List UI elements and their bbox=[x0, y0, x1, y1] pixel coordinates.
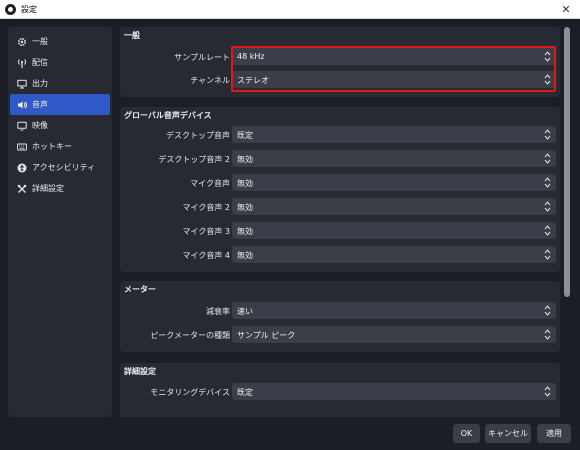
desktop-audio-row: デスクトップ音声 既定 bbox=[120, 126, 560, 143]
keyboard-icon bbox=[16, 141, 27, 152]
decay-rate-value: 速い bbox=[237, 307, 253, 316]
channels-row: チャンネル ステレオ bbox=[120, 71, 560, 88]
group-title: メーター bbox=[124, 285, 156, 294]
sidebar-item-hotkeys[interactable]: ホットキー bbox=[10, 136, 110, 157]
mic-audio-2-label: マイク音声 2 bbox=[182, 203, 230, 212]
sidebar-item-advanced[interactable]: 詳細設定 bbox=[10, 178, 110, 199]
sidebar-item-label: 映像 bbox=[32, 121, 48, 130]
desktop-audio-label: デスクトップ音声 bbox=[166, 131, 230, 140]
mic-audio-3-value: 無効 bbox=[237, 227, 253, 236]
general-group: 一般 サンプルレート 48 kHz チャンネル ステレオ bbox=[120, 27, 560, 97]
monitoring-device-value: 既定 bbox=[237, 388, 253, 397]
desktop-audio-select[interactable]: 既定 bbox=[232, 126, 556, 143]
global-audio-group: グローバル音声デバイス デスクトップ音声 既定 デスクトップ音声 2 無効 マイ… bbox=[120, 107, 560, 272]
vertical-scrollbar[interactable] bbox=[563, 27, 571, 417]
sidebar-item-video[interactable]: 映像 bbox=[10, 115, 110, 136]
advanced-group: 詳細設定 モニタリングデバイス 既定 bbox=[120, 363, 560, 417]
cancel-button[interactable]: キャンセル bbox=[485, 424, 531, 443]
dropdown-arrows-icon bbox=[544, 51, 551, 62]
mic-audio-row: マイク音声 無効 bbox=[120, 174, 560, 191]
mic-audio-value: 無効 bbox=[237, 179, 253, 188]
mic-audio-4-row: マイク音声 4 無効 bbox=[120, 246, 560, 263]
sample-rate-select[interactable]: 48 kHz bbox=[232, 48, 556, 65]
desktop-audio-2-select[interactable]: 無効 bbox=[232, 150, 556, 167]
close-button[interactable]: ✕ bbox=[556, 1, 576, 18]
channels-value: ステレオ bbox=[237, 76, 269, 85]
decay-rate-select[interactable]: 速い bbox=[232, 302, 556, 319]
monitoring-device-select[interactable]: 既定 bbox=[232, 383, 556, 400]
peak-meter-select[interactable]: サンプル ピーク bbox=[232, 326, 556, 343]
decay-rate-label: 減衰率 bbox=[206, 307, 230, 316]
title-bar: 設定 ✕ bbox=[0, 0, 580, 19]
mic-audio-4-select[interactable]: 無効 bbox=[232, 246, 556, 263]
settings-content: 一般 サンプルレート 48 kHz チャンネル ステレオ グローバル音声デバイス… bbox=[117, 27, 561, 417]
sidebar-item-label: 一般 bbox=[32, 37, 48, 46]
sidebar-item-accessibility[interactable]: アクセシビリティ bbox=[10, 157, 110, 178]
mic-audio-3-row: マイク音声 3 無効 bbox=[120, 222, 560, 239]
output-icon bbox=[16, 78, 27, 89]
sidebar-item-label: 詳細設定 bbox=[32, 184, 64, 193]
gear-icon bbox=[16, 36, 27, 47]
group-title: グローバル音声デバイス bbox=[124, 111, 212, 120]
mic-audio-3-label: マイク音声 3 bbox=[182, 227, 230, 236]
apply-button[interactable]: 適用 bbox=[537, 424, 571, 443]
monitor-icon bbox=[16, 120, 27, 131]
dropdown-arrows-icon bbox=[544, 201, 551, 212]
mic-audio-2-value: 無効 bbox=[237, 203, 253, 212]
group-title: 一般 bbox=[124, 31, 140, 40]
mic-audio-2-row: マイク音声 2 無効 bbox=[120, 198, 560, 215]
sidebar-item-general[interactable]: 一般 bbox=[10, 31, 110, 52]
desktop-audio-2-label: デスクトップ音声 2 bbox=[158, 155, 230, 164]
dropdown-arrows-icon bbox=[544, 74, 551, 85]
desktop-audio-value: 既定 bbox=[237, 131, 253, 140]
mic-audio-4-value: 無効 bbox=[237, 251, 253, 260]
sample-rate-label: サンプルレート bbox=[174, 53, 230, 62]
mic-audio-2-select[interactable]: 無効 bbox=[232, 198, 556, 215]
dropdown-arrows-icon bbox=[544, 305, 551, 316]
tools-icon bbox=[16, 183, 27, 194]
mic-audio-select[interactable]: 無効 bbox=[232, 174, 556, 191]
dropdown-arrows-icon bbox=[544, 225, 551, 236]
channels-select[interactable]: ステレオ bbox=[232, 71, 556, 88]
dropdown-arrows-icon bbox=[544, 153, 551, 164]
settings-sidebar: 一般 配信 出力 音声 映像 ホットキー アクセシビリティ 詳細設定 bbox=[8, 27, 112, 417]
peak-meter-row: ピークメーターの種類 サンプル ピーク bbox=[120, 326, 560, 343]
group-title: 詳細設定 bbox=[124, 367, 156, 376]
dropdown-arrows-icon bbox=[544, 329, 551, 340]
accessibility-icon bbox=[16, 162, 27, 173]
ok-button[interactable]: OK bbox=[453, 424, 480, 443]
desktop-audio-2-row: デスクトップ音声 2 無効 bbox=[120, 150, 560, 167]
dropdown-arrows-icon bbox=[544, 249, 551, 260]
sidebar-item-label: 出力 bbox=[32, 79, 48, 88]
sample-rate-value: 48 kHz bbox=[237, 52, 265, 61]
window-title: 設定 bbox=[21, 5, 37, 14]
peak-meter-label: ピークメーターの種類 bbox=[150, 331, 230, 340]
dropdown-arrows-icon bbox=[544, 177, 551, 188]
sidebar-item-label: アクセシビリティ bbox=[32, 163, 96, 172]
channels-label: チャンネル bbox=[190, 76, 230, 85]
sample-rate-row: サンプルレート 48 kHz bbox=[120, 48, 560, 65]
broadcast-icon bbox=[16, 57, 27, 68]
mic-audio-label: マイク音声 bbox=[190, 179, 230, 188]
speaker-icon bbox=[16, 99, 27, 110]
decay-rate-row: 減衰率 速い bbox=[120, 302, 560, 319]
sidebar-item-label: ホットキー bbox=[32, 142, 72, 151]
scrollbar-thumb[interactable] bbox=[564, 27, 570, 297]
monitoring-device-row: モニタリングデバイス 既定 bbox=[120, 383, 560, 400]
sidebar-item-label: 配信 bbox=[32, 58, 48, 67]
mic-audio-3-select[interactable]: 無効 bbox=[232, 222, 556, 239]
meters-group: メーター 減衰率 速い ピークメーターの種類 サンプル ピーク bbox=[120, 281, 560, 352]
desktop-audio-2-value: 無効 bbox=[237, 155, 253, 164]
dropdown-arrows-icon bbox=[544, 129, 551, 140]
monitoring-device-label: モニタリングデバイス bbox=[150, 388, 230, 397]
sidebar-item-label: 音声 bbox=[32, 100, 48, 109]
sidebar-item-stream[interactable]: 配信 bbox=[10, 52, 110, 73]
app-icon bbox=[5, 4, 16, 15]
peak-meter-value: サンプル ピーク bbox=[237, 331, 296, 340]
sidebar-item-output[interactable]: 出力 bbox=[10, 73, 110, 94]
mic-audio-4-label: マイク音声 4 bbox=[182, 251, 230, 260]
dropdown-arrows-icon bbox=[544, 386, 551, 397]
sidebar-item-audio[interactable]: 音声 bbox=[10, 94, 110, 115]
